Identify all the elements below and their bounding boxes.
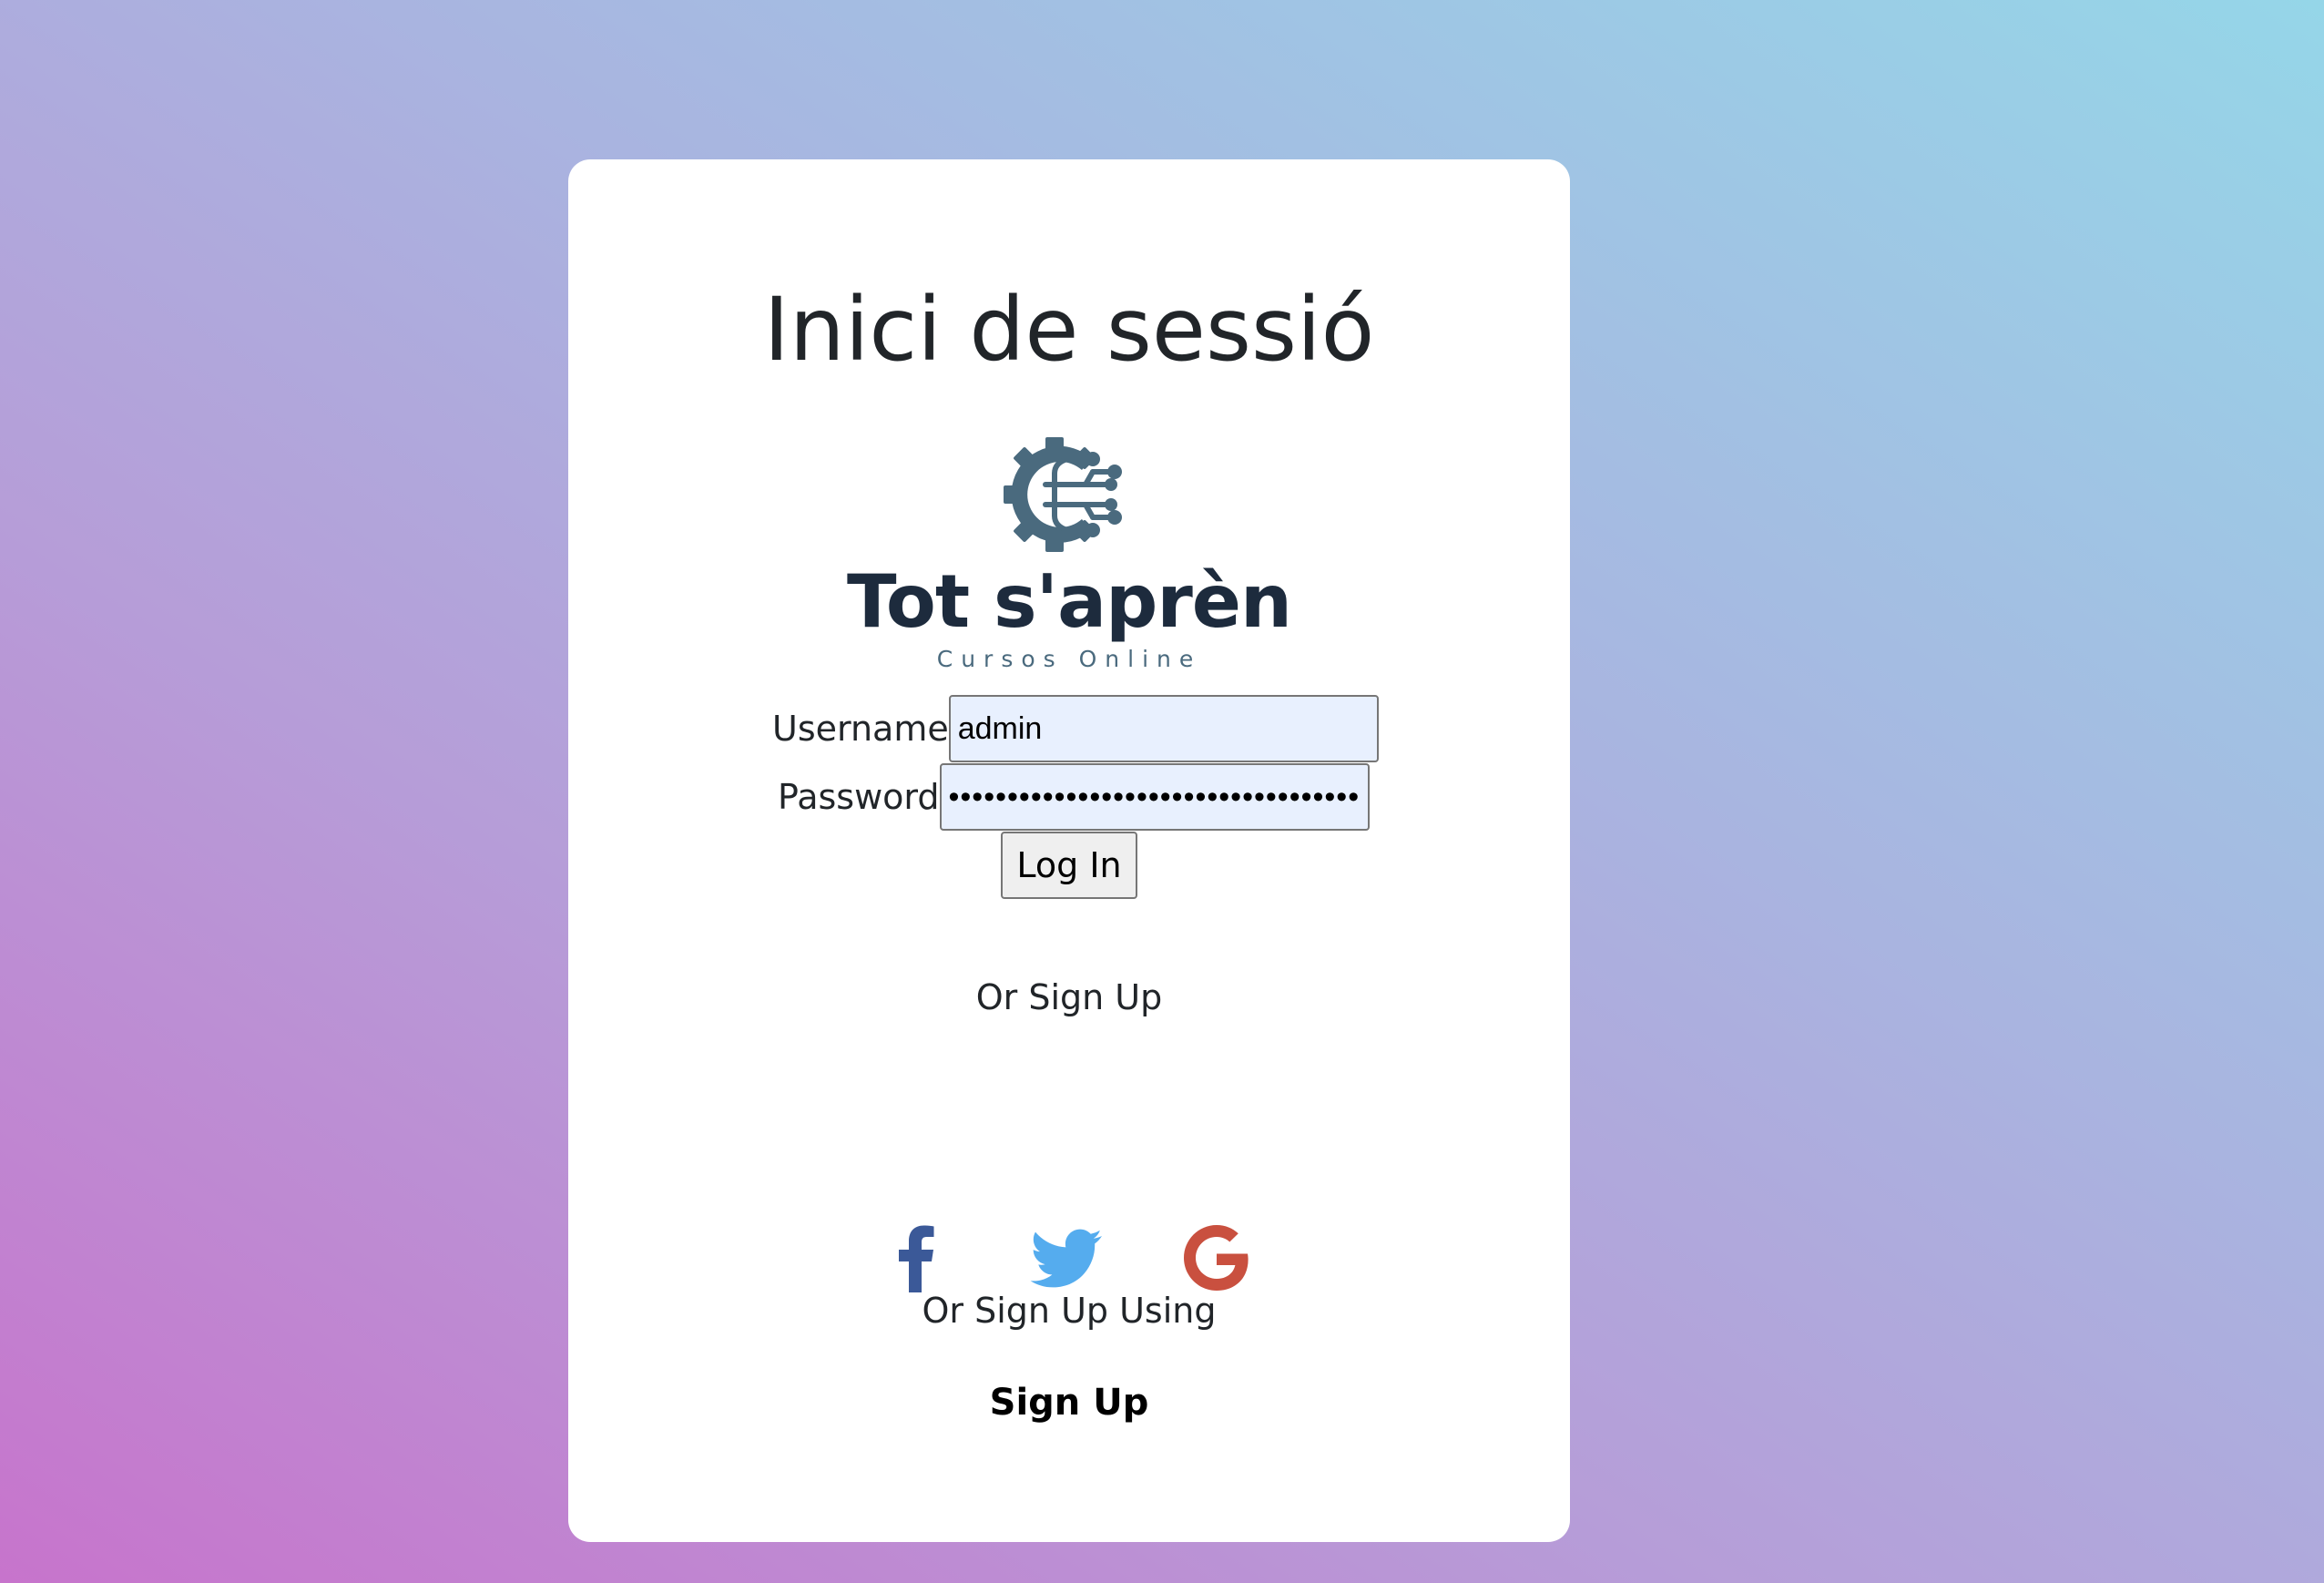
username-input[interactable] [948,695,1379,762]
or-sign-up-text: Or Sign Up [975,977,1163,1017]
gear-circuit-icon [1004,437,1122,552]
username-label: Username [772,709,949,749]
facebook-icon[interactable] [880,1220,956,1296]
or-sign-up-using-text: Or Sign Up Using [922,1291,1217,1331]
password-row: Password [778,763,1370,831]
google-icon[interactable] [1178,1220,1255,1296]
login-button[interactable]: Log In [1001,832,1137,899]
brand-tagline: Cursos Online [936,646,1202,672]
login-card: Inici de sessió Tot s'aprèn Cursos Onlin… [568,159,1570,1542]
password-label: Password [778,777,940,817]
page-title: Inici de sessió [763,279,1375,381]
brand-name: Tot s'aprèn [846,559,1292,644]
username-row: Username [772,695,1379,762]
password-input[interactable] [939,763,1370,831]
twitter-icon[interactable] [1029,1220,1106,1296]
sign-up-link[interactable]: Sign Up [568,1382,1570,1424]
